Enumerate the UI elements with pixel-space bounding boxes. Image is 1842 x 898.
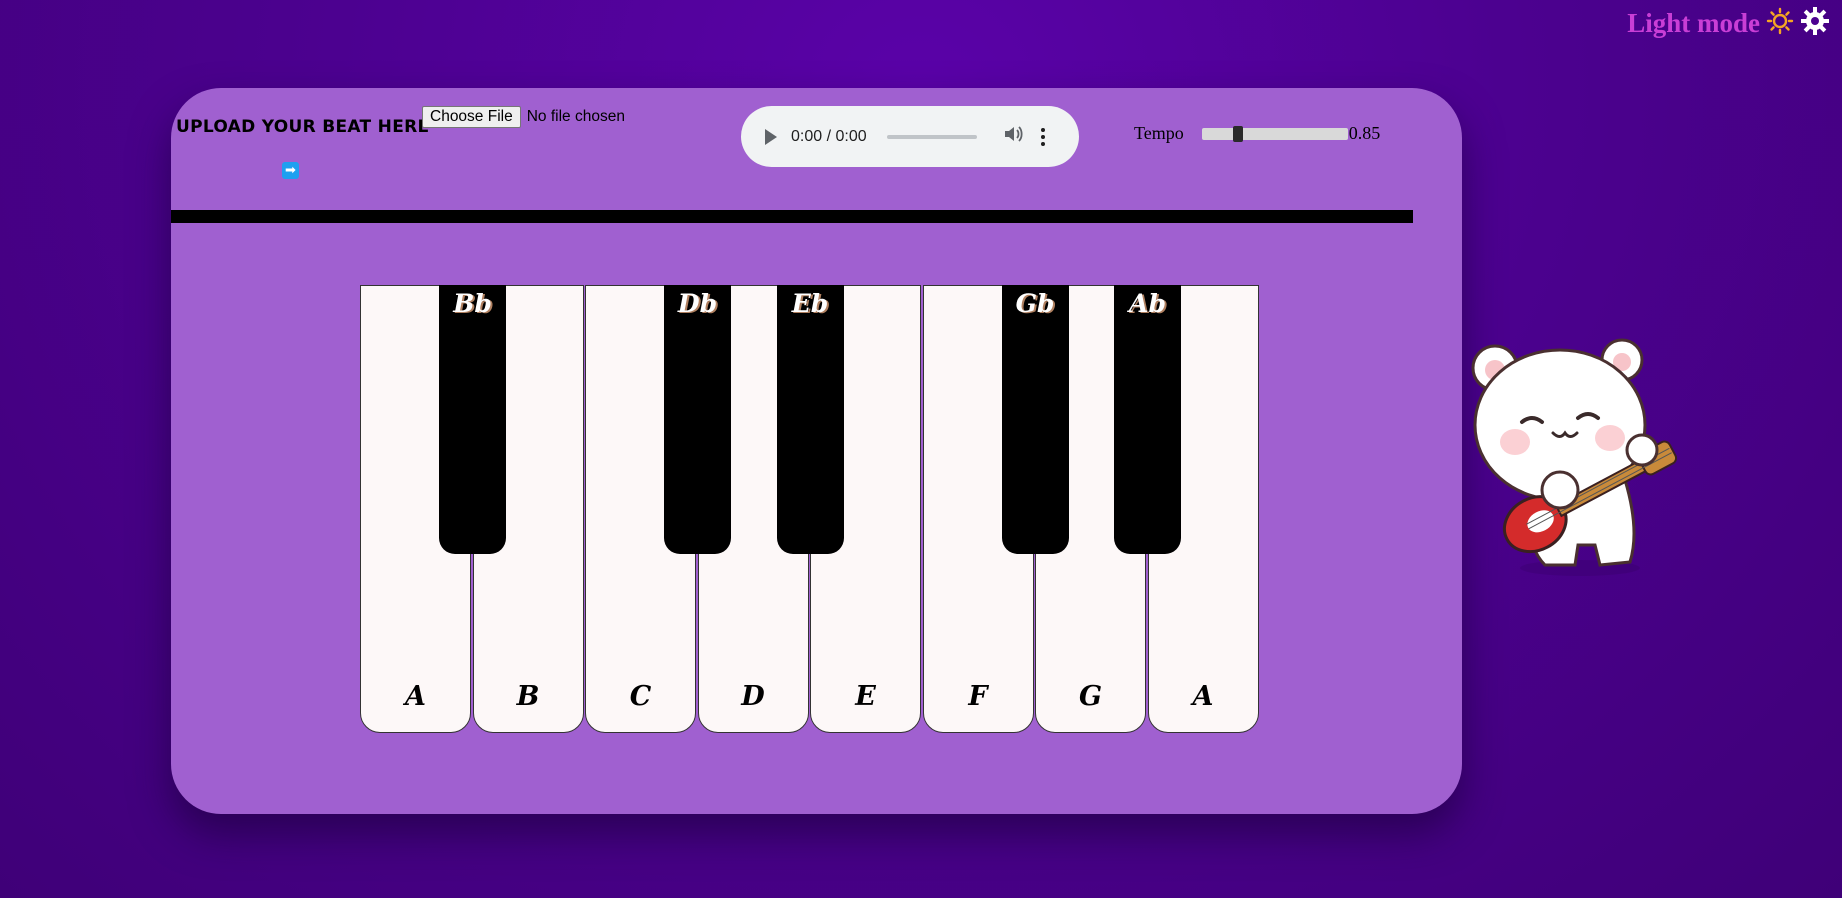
- gear-icon[interactable]: [1800, 6, 1830, 41]
- black-key-label: Eb: [791, 289, 829, 318]
- white-key-label: E: [855, 681, 876, 712]
- main-panel: Upload your beat here Choose File No fil…: [171, 88, 1462, 814]
- submit-arrow-glyph: ➡: [285, 163, 296, 178]
- white-key-label: A: [405, 681, 426, 712]
- light-mode-label[interactable]: Light mode: [1627, 8, 1760, 39]
- black-key-label: Db: [677, 289, 718, 318]
- tempo-label: Tempo: [1134, 123, 1184, 143]
- tempo-slider[interactable]: [1201, 125, 1348, 142]
- white-key-label: D: [741, 681, 765, 712]
- black-key-bb[interactable]: Bb: [439, 285, 506, 554]
- white-key-label: F: [968, 681, 988, 712]
- white-key-label: B: [516, 681, 540, 712]
- black-key-ab[interactable]: Ab: [1114, 285, 1181, 554]
- black-key-db[interactable]: Db: [664, 285, 731, 554]
- choose-file-button[interactable]: Choose File: [422, 106, 521, 128]
- light-mode-toggle[interactable]: Light mode: [1627, 6, 1830, 41]
- arrow-right-icon[interactable]: ➡: [282, 162, 299, 179]
- black-key-label: Gb: [1015, 289, 1055, 318]
- tempo-control: Tempo 0.85: [1134, 123, 1380, 144]
- play-icon[interactable]: [765, 128, 777, 145]
- black-key-label: Ab: [1129, 289, 1166, 318]
- white-key-label: C: [629, 681, 652, 712]
- tempo-slider-thumb[interactable]: [1233, 125, 1244, 142]
- divider-bar: [171, 210, 1413, 223]
- black-key-label: Bb: [453, 289, 492, 318]
- sun-icon[interactable]: [1766, 7, 1794, 40]
- black-key-gb[interactable]: Gb: [1001, 285, 1069, 554]
- seek-bar[interactable]: [886, 134, 977, 139]
- piano-keyboard: A B C D E F G A Bb Db Eb Gb Ab: [360, 285, 1260, 734]
- file-status: No file chosen: [526, 108, 625, 125]
- white-key-label: A: [1192, 681, 1214, 712]
- audio-player[interactable]: 0:00 / 0:00: [741, 106, 1079, 167]
- white-key-label: G: [1078, 681, 1103, 712]
- more-options-icon[interactable]: [1040, 127, 1045, 146]
- volume-icon[interactable]: [1003, 125, 1023, 148]
- tempo-value: 0.85: [1348, 123, 1381, 143]
- black-key-eb[interactable]: Eb: [776, 285, 844, 554]
- bear-guitar-illustration: [1460, 330, 1700, 590]
- file-input[interactable]: Choose File No file chosen: [422, 106, 625, 128]
- upload-label: Upload your beat here: [176, 117, 430, 137]
- audio-time: 0:00 / 0:00: [791, 127, 867, 145]
